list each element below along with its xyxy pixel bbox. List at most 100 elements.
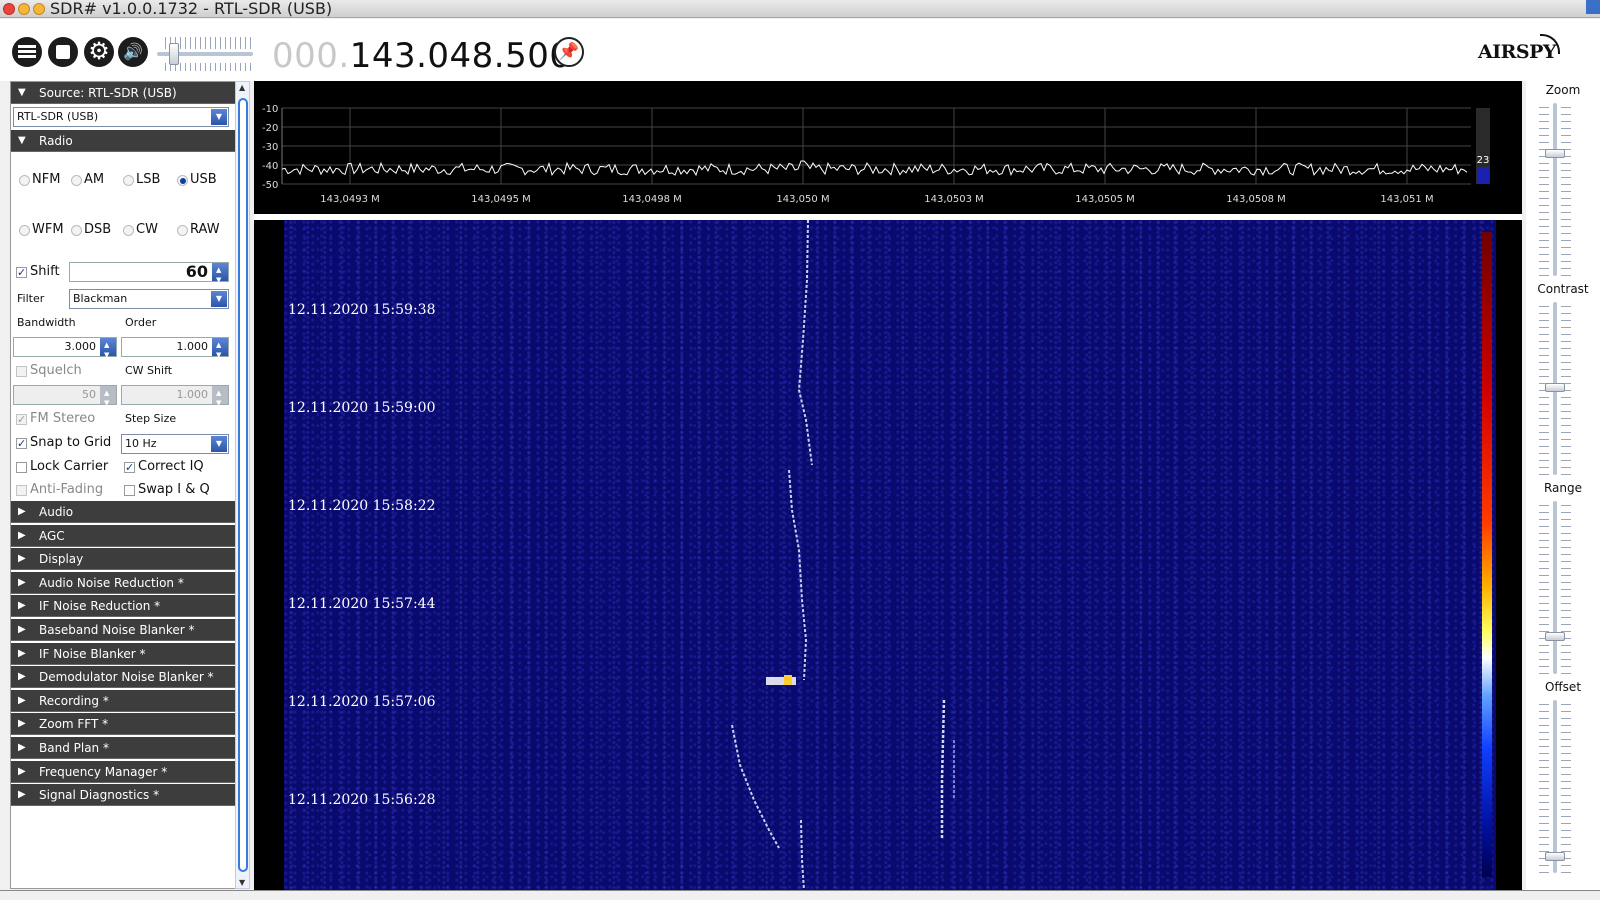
squelch-input[interactable]: 50	[13, 384, 117, 412]
snap-to-grid-checkbox[interactable]: ✓	[16, 438, 27, 449]
settings-button[interactable]: ⚙	[84, 37, 114, 67]
mode-radio-nfm[interactable]	[19, 175, 30, 186]
signal-streak	[800, 819, 805, 890]
section-header-audio-noise-reduction[interactable]: ▶ Audio Noise Reduction *	[11, 571, 235, 594]
section-header-if-noise-blanker[interactable]: ▶ IF Noise Blanker *	[11, 642, 235, 665]
mode-label-wfm: WFM	[32, 222, 64, 237]
swap-iq-checkbox[interactable]	[124, 485, 135, 496]
section-header-label: Recording *	[39, 693, 109, 708]
section-header-if-noise-reduction[interactable]: ▶ IF Noise Reduction *	[11, 595, 235, 618]
spectrum-analyzer[interactable]: -10 -20 -30 -40 -50 143,0493 M 143,0495 M 143,0…	[254, 81, 1522, 214]
range-slider-thumb[interactable]	[1545, 632, 1565, 641]
slider-track	[1553, 700, 1557, 873]
bandwidth-input[interactable]: 3.000	[13, 336, 117, 364]
menu-button[interactable]	[12, 37, 42, 67]
section-header-display[interactable]: ▶ Display	[11, 548, 235, 571]
step-size-label: Step Size	[125, 412, 177, 425]
minimize-window-button[interactable]	[18, 3, 30, 15]
stop-button[interactable]	[48, 37, 78, 67]
contrast-slider[interactable]	[1539, 302, 1571, 475]
section-header-agc[interactable]: ▶ AGC	[11, 524, 235, 547]
zoom-slider-thumb[interactable]	[1545, 149, 1565, 158]
mode-radio-usb[interactable]	[177, 175, 188, 186]
section-header-audio[interactable]: ▶ Audio	[11, 501, 235, 523]
lock-carrier-checkbox[interactable]	[16, 462, 27, 473]
order-label: Order	[125, 316, 157, 329]
mode-radio-raw[interactable]	[177, 225, 188, 236]
mode-radio-dsb[interactable]	[71, 225, 82, 236]
section-header-demodulator-noise-blanker[interactable]: ▶ Demodulator Noise Blanker *	[11, 666, 235, 689]
chevron-down-icon[interactable]: ▼	[211, 436, 227, 452]
pin-icon: 📌	[558, 42, 580, 62]
squelch-stepper[interactable]	[100, 384, 116, 412]
expand-arrow-icon: ▶	[18, 789, 26, 801]
volume-slider[interactable]	[157, 37, 253, 71]
status-strip	[0, 890, 1600, 900]
scroll-down-icon[interactable]: ▼	[239, 878, 245, 887]
chevron-down-icon[interactable]: ▼	[211, 291, 227, 307]
contrast-label: Contrast	[1537, 282, 1589, 296]
section-header-recording[interactable]: ▶ Recording *	[11, 689, 235, 712]
shift-input[interactable]: 60	[69, 261, 229, 289]
step-size-value: 10 Hz	[125, 437, 157, 450]
bandwidth-stepper[interactable]	[100, 336, 116, 364]
lock-carrier-label: Lock Carrier	[30, 459, 109, 474]
mode-radio-lsb[interactable]	[123, 175, 134, 186]
shift-stepper[interactable]	[212, 261, 228, 289]
source-section-header[interactable]: ▼ Source: RTL-SDR (USB)	[11, 82, 235, 104]
section-header-signal-diagnostics[interactable]: ▶ Signal Diagnostics *	[11, 784, 235, 807]
spectrum-y-tick: -10	[262, 104, 278, 115]
spectrum-y-tick: -20	[262, 123, 278, 134]
mute-button[interactable]: 🔊	[118, 37, 148, 67]
chevron-down-icon[interactable]: ▼	[211, 109, 227, 125]
waterfall-display[interactable]: 12.11.2020 15:59:38 12.11.2020 15:59:00 12…	[254, 220, 1522, 890]
fm-stereo-checkbox[interactable]: ✓	[16, 414, 27, 425]
expand-arrow-icon: ▶	[18, 529, 26, 541]
pin-button[interactable]: 📌	[554, 37, 584, 67]
cw-shift-input[interactable]: 1.000	[121, 384, 229, 412]
range-slider[interactable]	[1539, 501, 1571, 674]
maximize-window-button[interactable]	[33, 3, 45, 15]
offset-slider[interactable]	[1539, 700, 1571, 873]
contrast-slider-thumb[interactable]	[1545, 383, 1565, 392]
close-window-button[interactable]	[3, 3, 15, 15]
signal-streak	[797, 220, 813, 466]
mode-radio-cw[interactable]	[123, 225, 134, 236]
order-input[interactable]: 1.000	[121, 336, 229, 364]
order-value: 1.000	[176, 340, 209, 353]
stop-icon	[56, 45, 70, 59]
spectrum-plot[interactable]: -10 -20 -30 -40 -50 143,0493 M 143,0495 M 143,0…	[254, 81, 1522, 214]
source-header-label: Source: RTL-SDR (USB)	[39, 86, 177, 100]
panel-scrollbar[interactable]: ▲ ▼	[235, 81, 250, 889]
section-header-zoom-fft[interactable]: ▶ Zoom FFT *	[11, 713, 235, 736]
menu-icon	[18, 45, 36, 48]
section-header-frequency-manager[interactable]: ▶ Frequency Manager *	[11, 760, 235, 783]
scroll-up-icon[interactable]: ▲	[239, 83, 245, 92]
signal-streak	[731, 724, 780, 849]
cw-shift-stepper[interactable]	[212, 384, 228, 412]
frequency-display[interactable]: 000.143.048.500	[272, 36, 572, 76]
toolbar: ⚙ 🔊 000.143.048.500 📌 AIRSPY	[0, 19, 1600, 81]
filter-select[interactable]: Blackman ▼	[69, 289, 229, 309]
radio-section-header[interactable]: ▼ Radio	[11, 130, 235, 152]
mode-radio-am[interactable]	[71, 175, 82, 186]
offset-slider-thumb[interactable]	[1545, 852, 1565, 861]
section-header-band-plan[interactable]: ▶ Band Plan *	[11, 737, 235, 759]
mode-label-usb: USB	[190, 172, 217, 187]
squelch-checkbox[interactable]	[16, 366, 27, 377]
anti-fading-checkbox[interactable]	[16, 485, 27, 496]
scrollbar-thumb[interactable]	[238, 98, 248, 872]
step-size-select[interactable]: 10 Hz ▼	[121, 434, 229, 454]
squelch-value: 50	[82, 388, 96, 401]
section-header-label: IF Noise Reduction *	[39, 599, 161, 614]
section-header-baseband-noise-blanker[interactable]: ▶ Baseband Noise Blanker *	[11, 619, 235, 641]
mode-radio-wfm[interactable]	[19, 225, 30, 236]
source-device-select[interactable]: RTL-SDR (USB) ▼	[13, 107, 229, 127]
zoom-slider[interactable]	[1539, 103, 1571, 276]
order-stepper[interactable]	[212, 336, 228, 364]
frequency-value[interactable]: 143.048.500	[350, 36, 572, 76]
shift-checkbox[interactable]: ✓	[16, 267, 27, 278]
display-controls: Zoom Contrast Range Offset	[1526, 81, 1600, 890]
volume-thumb[interactable]	[169, 43, 179, 65]
correct-iq-checkbox[interactable]: ✓	[124, 462, 135, 473]
